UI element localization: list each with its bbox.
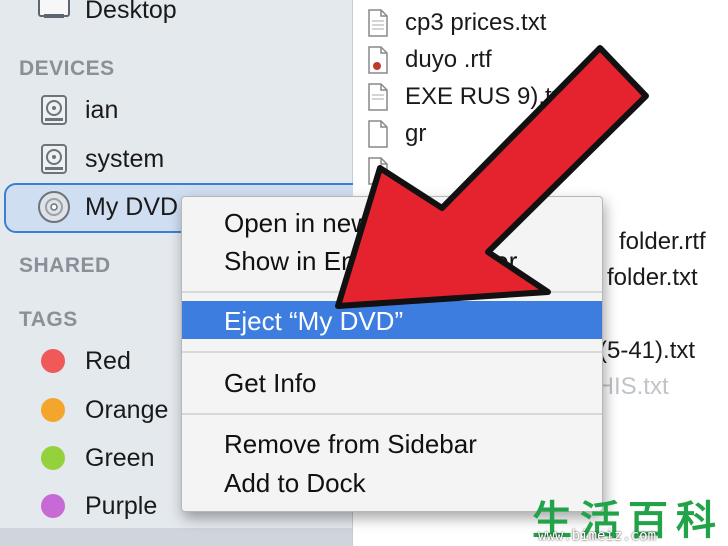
dvd-disc-icon	[38, 191, 70, 223]
text-file-icon	[368, 9, 388, 37]
tag-label: Red	[85, 346, 131, 375]
hard-drive-icon	[41, 144, 67, 174]
menu-separator	[182, 351, 602, 353]
file-name: duyo .rtf	[405, 46, 492, 73]
text-file-icon	[368, 120, 388, 148]
menu-item-get-info[interactable]: Get Info	[182, 363, 602, 401]
file-name: EXE RUS 9).txt	[405, 83, 571, 110]
list-item[interactable]	[353, 153, 728, 189]
text-file-icon	[368, 83, 388, 111]
menu-item-show-in-enclosing-folder[interactable]: Show in Enclosing Folder	[182, 241, 602, 279]
shared-header: SHARED	[19, 254, 111, 277]
file-name: folder.txt	[607, 264, 698, 291]
sidebar-item-label: My DVD	[85, 192, 179, 221]
menu-separator	[182, 291, 602, 293]
sidebar-item-label: system	[85, 144, 165, 173]
sidebar-bottom-bar	[0, 528, 352, 546]
orange-tag-dot-icon	[41, 398, 65, 422]
tag-label: Green	[85, 443, 155, 472]
menu-separator	[182, 413, 602, 415]
red-tag-dot-icon	[41, 349, 65, 373]
watermark: 生活百科 www.bimeiz.com	[520, 488, 728, 546]
desktop-folder-icon	[38, 0, 70, 18]
watermark-url: www.bimeiz.com	[538, 528, 657, 544]
sidebar-item-desktop[interactable]: Desktop	[0, 0, 352, 32]
rtf-file-icon	[368, 46, 388, 74]
tag-label: Purple	[85, 491, 158, 520]
menu-item-remove-from-sidebar[interactable]: Remove from Sidebar	[182, 424, 602, 462]
menu-item-open-in-new-tab[interactable]: Open in new tab	[182, 203, 602, 241]
list-item[interactable]: cp3 prices.txt	[353, 5, 728, 41]
list-item[interactable]: EXE RUS 9).txt	[353, 79, 728, 115]
sidebar-item-ian[interactable]: ian	[0, 88, 352, 132]
green-tag-dot-icon	[41, 446, 65, 470]
file-name: gr	[405, 120, 427, 147]
file-name: cp3 prices.txt	[405, 9, 547, 36]
sidebar-item-label: ian	[85, 95, 119, 124]
tags-header: TAGS	[19, 308, 78, 331]
devices-header: DEVICES	[19, 57, 115, 80]
sidebar-item-system[interactable]: system	[0, 137, 352, 181]
tag-label: Orange	[85, 395, 169, 424]
text-file-icon	[368, 157, 388, 185]
hard-drive-icon	[41, 95, 67, 125]
list-item[interactable]: gr	[353, 116, 728, 152]
menu-item-eject[interactable]: Eject “My DVD”	[182, 301, 602, 339]
sidebar-item-label: Desktop	[85, 0, 177, 24]
list-item[interactable]: duyo .rtf	[353, 42, 728, 78]
purple-tag-dot-icon	[41, 494, 65, 518]
file-name: (5-41).txt	[599, 337, 696, 364]
file-name: folder.rtf	[619, 228, 706, 255]
context-menu: Open in new tab Show in Enclosing Folder…	[181, 196, 603, 512]
